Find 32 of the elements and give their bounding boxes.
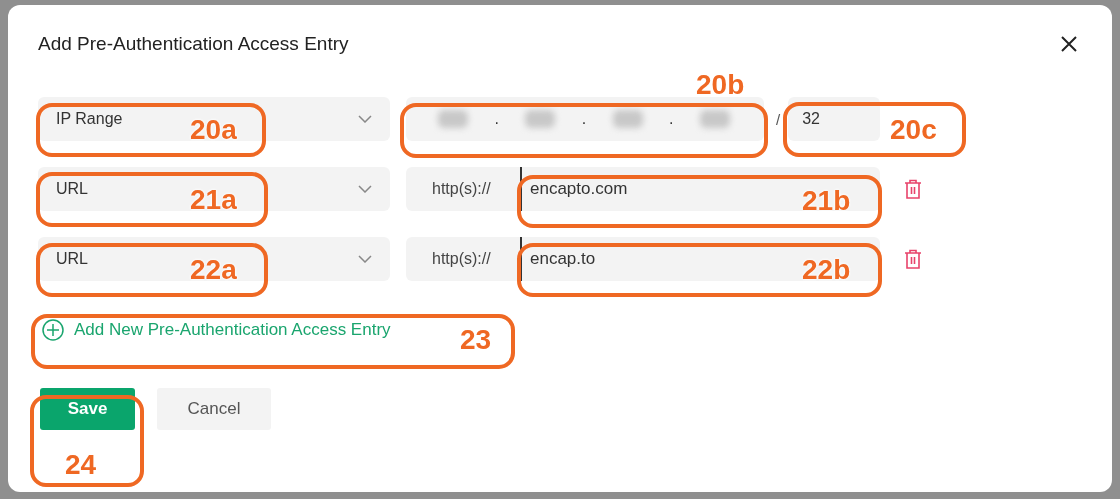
scheme-label: http(s):// <box>406 167 520 211</box>
blurred-value <box>525 110 556 128</box>
octet-separator: . <box>581 110 587 128</box>
dialog-title: Add Pre-Authentication Access Entry <box>38 33 349 55</box>
callout-label: 23 <box>460 326 492 354</box>
close-icon <box>1060 35 1078 53</box>
chevron-down-icon <box>358 255 372 263</box>
callout-label: 22b <box>802 256 851 284</box>
callout-label: 24 <box>65 451 97 479</box>
trash-icon <box>904 179 922 199</box>
prefix-length-field[interactable]: 32 <box>788 97 881 141</box>
slash-separator: / <box>776 110 781 128</box>
delete-button[interactable] <box>904 179 922 199</box>
callout-label: 20c <box>890 116 937 144</box>
chevron-down-icon <box>358 185 372 193</box>
octet-separator: . <box>669 110 674 128</box>
scheme-label: http(s):// <box>406 237 520 281</box>
cancel-button[interactable]: Cancel <box>157 388 271 430</box>
trash-icon <box>904 249 922 269</box>
callout-label: 20a <box>190 116 237 144</box>
plus-circle-icon <box>42 319 64 341</box>
blurred-value <box>438 110 468 128</box>
ip-address-field[interactable]: . . . <box>406 97 764 141</box>
blurred-value <box>700 110 730 128</box>
delete-button[interactable] <box>904 249 922 269</box>
callout-label: 20b <box>696 71 745 99</box>
blurred-value <box>612 110 643 128</box>
callout-label: 22a <box>190 256 237 284</box>
octet-separator: . <box>494 110 499 128</box>
close-button[interactable] <box>1060 35 1078 53</box>
chevron-down-icon <box>358 115 372 123</box>
callout-label: 21a <box>190 186 237 214</box>
